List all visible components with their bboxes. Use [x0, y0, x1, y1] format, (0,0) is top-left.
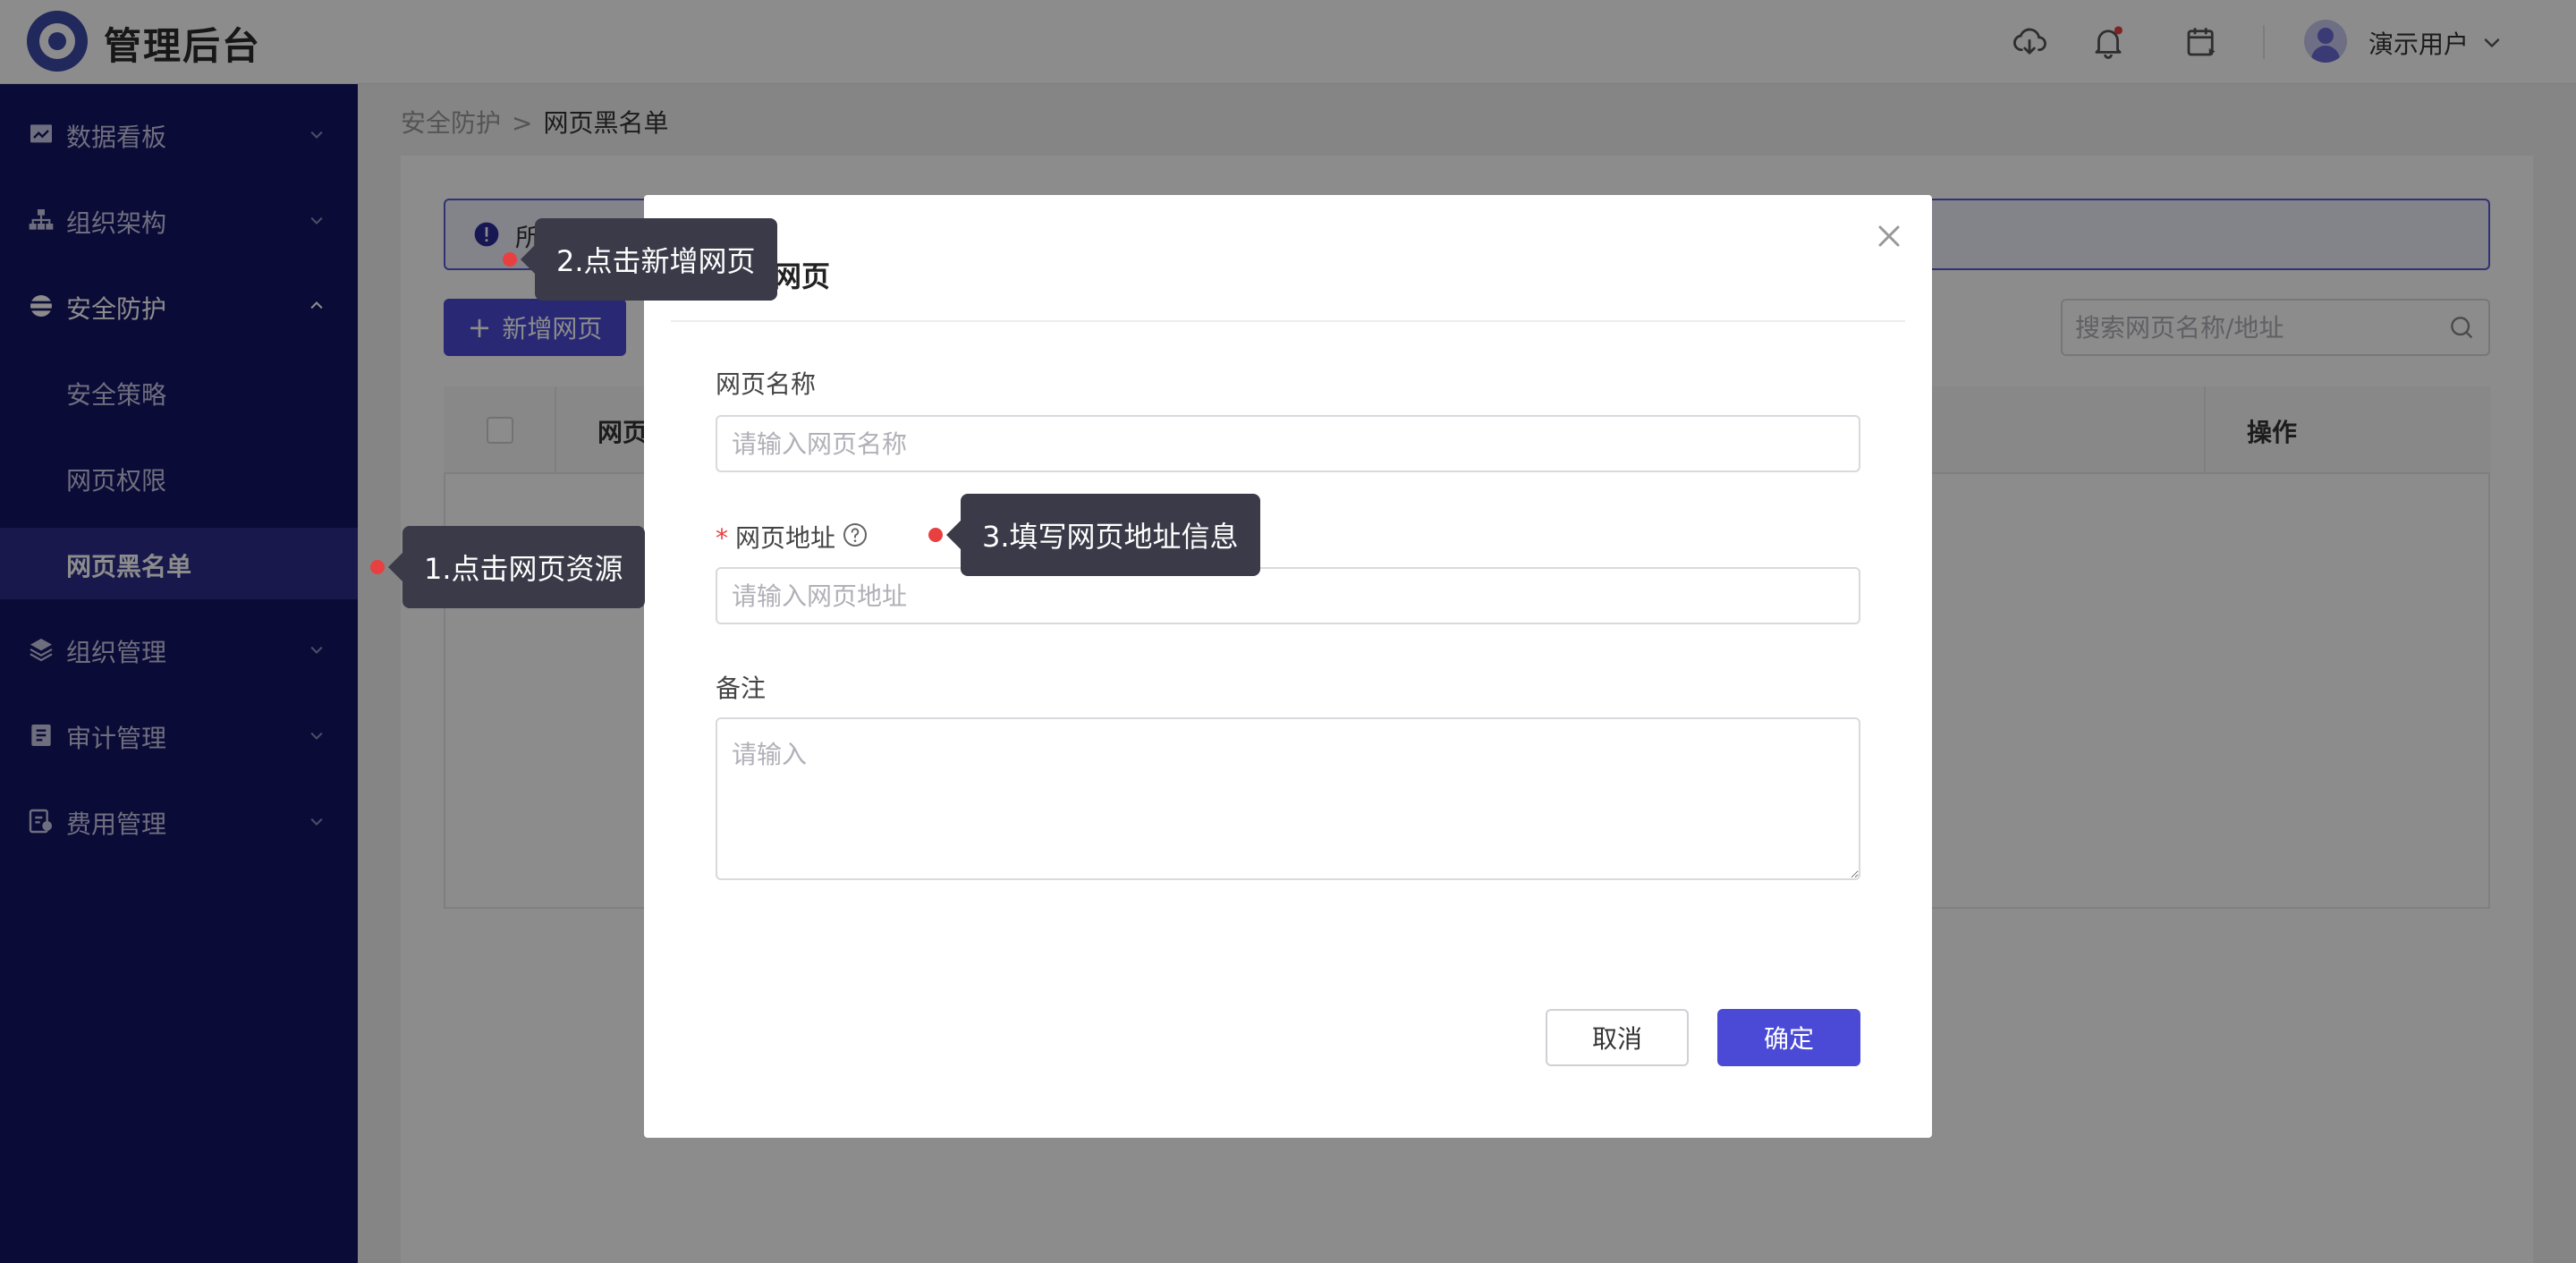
guide-dot — [370, 560, 385, 574]
cancel-button[interactable]: 取消 — [1546, 1009, 1689, 1066]
note-label: 备注 — [716, 674, 767, 703]
webpage-url-input[interactable] — [716, 567, 1860, 624]
webpage-url-label-text: 网页地址 — [735, 523, 836, 553]
question-circle-icon[interactable] — [841, 521, 869, 549]
guide-tooltip-step3: 3.填写网页地址信息 — [946, 494, 1260, 576]
required-mark: * — [716, 523, 728, 553]
guide-dot — [928, 528, 943, 542]
webpage-name-label: 网页名称 — [716, 369, 817, 399]
modal-divider — [671, 320, 1905, 322]
note-textarea[interactable] — [716, 717, 1860, 880]
webpage-name-input[interactable] — [716, 415, 1860, 472]
guide-tooltip-step1: 1.点击网页资源 — [388, 526, 645, 608]
guide-tooltip-step2: 2.点击新增网页 — [521, 218, 777, 301]
close-icon[interactable] — [1871, 218, 1907, 254]
confirm-button[interactable]: 确定 — [1717, 1009, 1860, 1066]
add-webpage-modal — [644, 195, 1932, 1138]
guide-dot — [503, 252, 517, 267]
webpage-url-label: * 网页地址 — [716, 519, 835, 555]
